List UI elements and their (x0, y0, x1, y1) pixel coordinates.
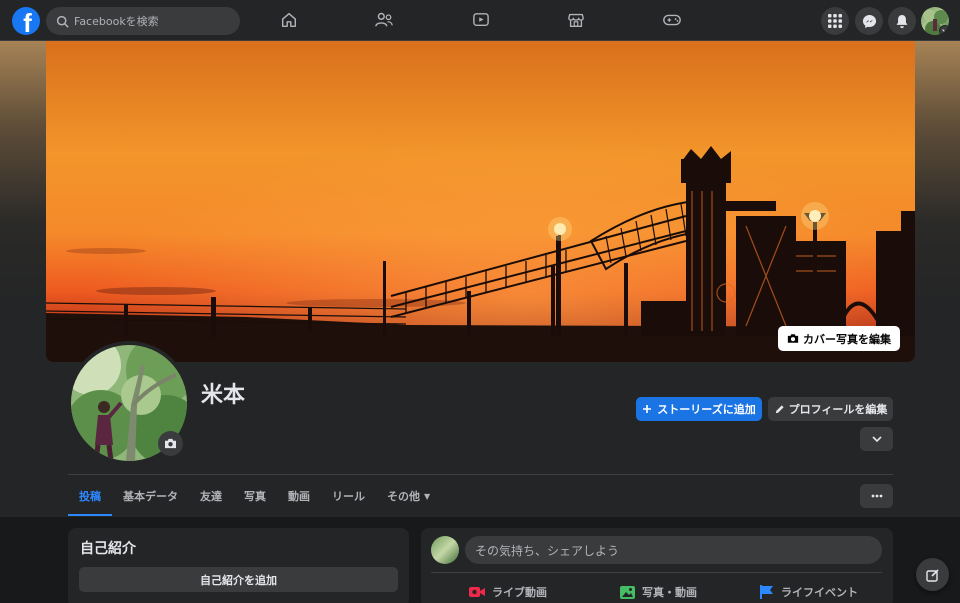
top-navigation-bar: f Facebookを検索 (0, 0, 960, 41)
chevron-down-icon (871, 436, 882, 442)
cover-photo[interactable] (46, 41, 915, 362)
tab-friends[interactable]: 友達 (189, 476, 233, 516)
tabs-more-options-button[interactable] (860, 484, 893, 508)
photo-icon (620, 585, 635, 599)
add-bio-button[interactable]: 自己紹介を追加 (79, 567, 398, 592)
photo-video-button[interactable]: 写真・動画 (619, 582, 697, 602)
search-icon (56, 15, 69, 28)
tab-label: リール (332, 490, 365, 503)
messenger-icon[interactable] (855, 7, 883, 35)
edit-cover-photo-label: カバー写真を編集 (803, 332, 891, 346)
facebook-logo-letter: f (23, 8, 32, 35)
caret-down-icon: ▼ (424, 491, 431, 501)
tab-label: 動画 (288, 490, 310, 503)
camera-icon (787, 334, 799, 343)
flag-icon (760, 585, 773, 599)
tab-more[interactable]: その他 ▼ (376, 476, 441, 516)
tab-label: 投稿 (79, 490, 101, 503)
tab-posts[interactable]: 投稿 (68, 476, 112, 516)
live-video-button[interactable]: ライブ動画 (468, 582, 547, 602)
life-event-label: ライフイベント (781, 586, 858, 599)
live-video-label: ライブ動画 (492, 586, 547, 599)
change-profile-picture-button[interactable] (158, 431, 183, 456)
tab-photos[interactable]: 写真 (233, 476, 277, 516)
intro-title: 自己紹介 (80, 541, 136, 557)
composer-divider (431, 572, 882, 573)
post-composer-card: その気持ち、シェアしよう ライブ動画 写真・動画 ライフイベント (421, 528, 893, 603)
status-input[interactable]: その気持ち、シェアしよう (465, 536, 882, 564)
notifications-icon[interactable] (888, 7, 916, 35)
status-placeholder: その気持ち、シェアしよう (475, 543, 620, 558)
edit-profile-label: プロフィールを編集 (788, 403, 888, 416)
add-bio-label: 自己紹介を追加 (200, 573, 277, 587)
live-video-icon (469, 587, 485, 597)
tab-videos[interactable]: 動画 (277, 476, 321, 516)
sunset-playground-photo (46, 41, 915, 362)
tab-about[interactable]: 基本データ (112, 476, 189, 516)
pencil-icon (775, 404, 784, 413)
add-to-story-label: ストーリーズに追加 (657, 403, 756, 416)
marketplace-icon[interactable] (566, 10, 586, 30)
composer-avatar[interactable] (431, 536, 459, 564)
camera-icon (165, 438, 176, 449)
new-message-button[interactable] (916, 558, 949, 591)
menu-grid-icon[interactable] (821, 7, 849, 35)
photo-video-label: 写真・動画 (642, 586, 697, 599)
search-input[interactable]: Facebookを検索 (46, 7, 240, 35)
profile-tabs: 投稿 基本データ 友達 写真 動画 リール その他 ▼ (68, 476, 441, 516)
tab-label: その他 (387, 490, 420, 503)
intro-card: 自己紹介 自己紹介を追加 (68, 528, 409, 603)
edit-cover-photo-button[interactable]: カバー写真を編集 (778, 326, 900, 351)
search-placeholder: Facebookを検索 (74, 15, 159, 28)
account-avatar[interactable] (921, 7, 949, 35)
add-to-story-button[interactable]: ストーリーズに追加 (636, 397, 762, 421)
header-divider (68, 474, 893, 475)
tab-reels[interactable]: リール (321, 476, 376, 516)
ellipsis-icon (871, 494, 882, 498)
tab-label: 基本データ (123, 490, 178, 503)
home-icon[interactable] (279, 10, 299, 30)
profile-name: 米本 (201, 383, 246, 408)
tab-label: 友達 (200, 490, 222, 503)
tab-label: 写真 (244, 490, 266, 503)
life-event-button[interactable]: ライフイベント (759, 582, 858, 602)
edit-profile-button[interactable]: プロフィールを編集 (768, 397, 893, 421)
plus-icon (643, 405, 652, 413)
facebook-logo[interactable]: f (12, 7, 40, 35)
gaming-icon[interactable] (662, 10, 682, 30)
friends-icon[interactable] (374, 10, 394, 30)
watch-icon[interactable] (471, 10, 491, 30)
compose-icon (925, 568, 939, 582)
profile-options-dropdown-button[interactable] (860, 427, 893, 451)
account-chevron-down-icon[interactable] (939, 25, 949, 35)
